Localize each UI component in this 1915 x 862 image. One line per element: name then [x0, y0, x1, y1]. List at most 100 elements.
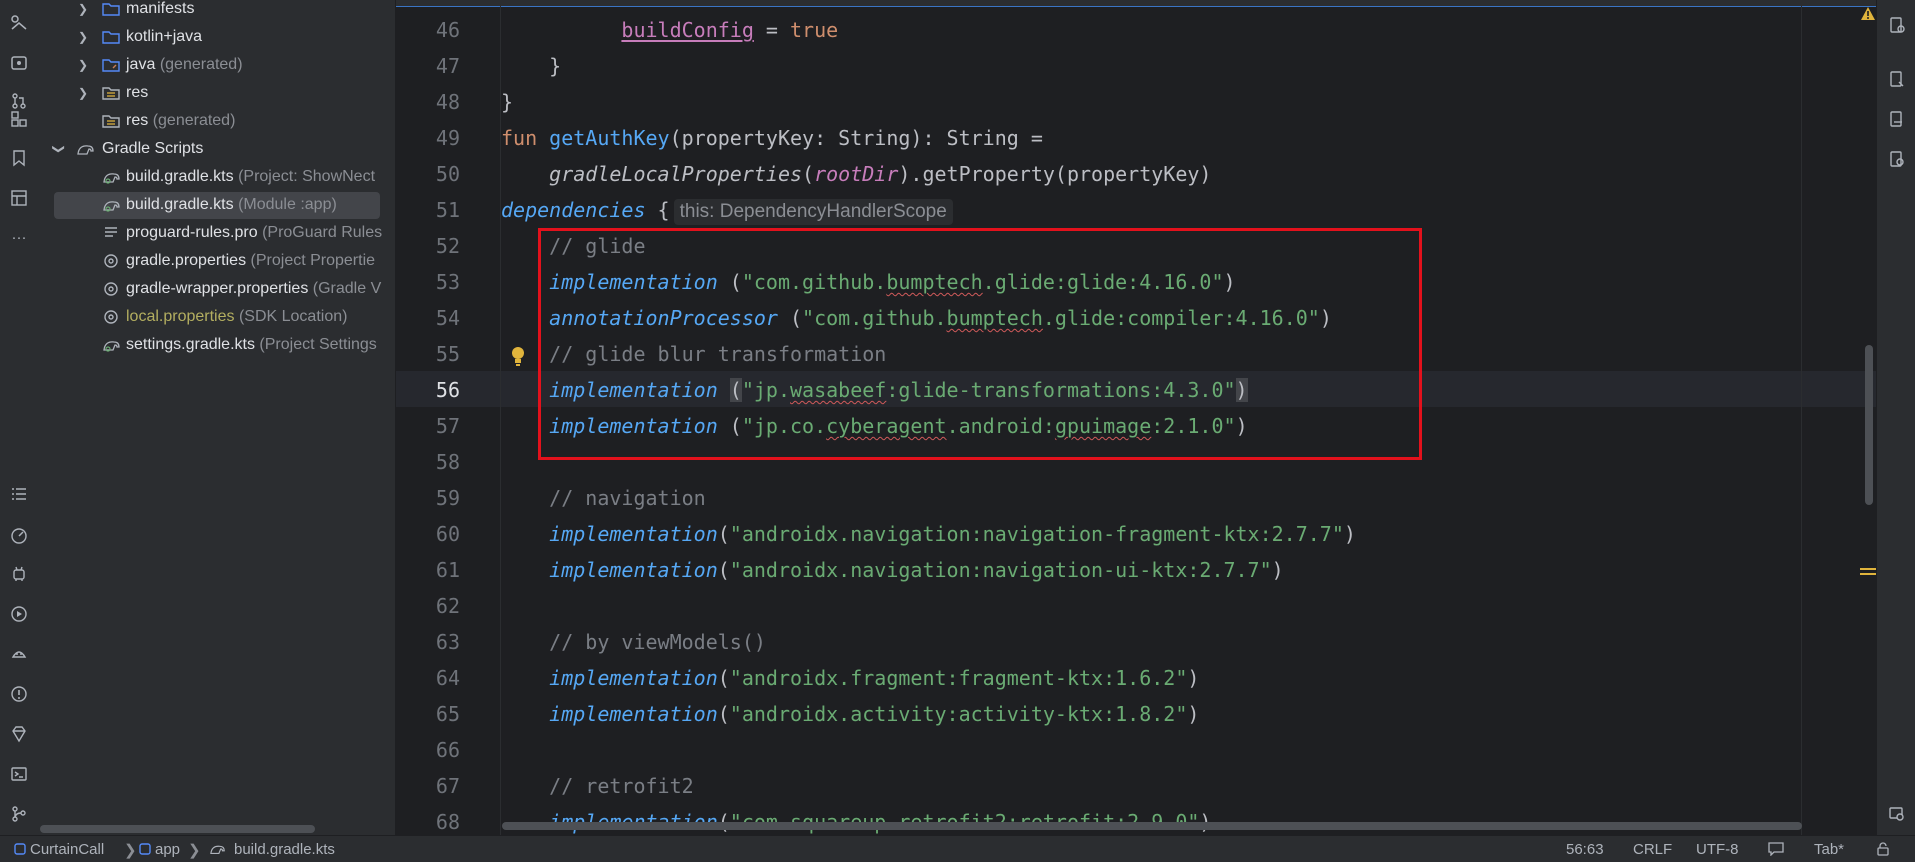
run-icon[interactable]: [8, 603, 30, 625]
code-token: implementation: [549, 414, 718, 438]
editor-vertical-scrollbar[interactable]: [1865, 345, 1873, 505]
line-number: 51: [435, 198, 460, 222]
code-token: (: [717, 414, 742, 438]
app-inspection-icon[interactable]: [1886, 803, 1908, 825]
bookmarks-icon[interactable]: [8, 147, 30, 169]
chevron-right-icon[interactable]: ❯: [76, 52, 90, 78]
code-token: .android:: [946, 414, 1055, 438]
tree-item-res-generated[interactable]: res (generated): [40, 108, 395, 134]
profiler-icon[interactable]: [8, 524, 30, 546]
left-tool-window-bar: ···: [0, 0, 41, 835]
lock-icon[interactable]: [1876, 842, 1890, 856]
todo-icon[interactable]: [8, 483, 30, 505]
code-token: implementation: [549, 702, 718, 726]
breadcrumb-project[interactable]: CurtainCall: [30, 841, 104, 858]
tree-item-gradle-scripts[interactable]: ❯ Gradle Scripts: [40, 136, 395, 162]
cursor-position[interactable]: 56:63: [1566, 841, 1604, 858]
project-icon[interactable]: [8, 12, 30, 34]
device-file-explorer-icon[interactable]: [1886, 108, 1908, 130]
tree-item-gradle-properties[interactable]: gradle.properties (Project Propertie: [40, 248, 395, 274]
code-token: .glide:compiler:4.16.0": [1042, 306, 1320, 330]
tree-item-gradle-wrapper-properties[interactable]: gradle-wrapper.properties (Gradle V: [40, 276, 395, 302]
tree-item-build-gradle-module[interactable]: build.gradle.kts (Module :app): [40, 192, 395, 219]
line-number: 53: [435, 270, 460, 294]
commit-icon[interactable]: [8, 52, 30, 74]
code-token: // retrofit2: [549, 774, 694, 798]
more-icon[interactable]: ···: [8, 226, 30, 248]
indent-setting[interactable]: Tab*: [1814, 841, 1844, 858]
tree-horizontal-scrollbar[interactable]: [40, 822, 395, 834]
git-icon[interactable]: [8, 803, 30, 825]
chevron-right-icon[interactable]: ❯: [76, 0, 90, 22]
code-line-46: buildConfig = true: [501, 12, 838, 48]
code-token: "androidx.activity:activity-ktx:1.8.2": [729, 702, 1188, 726]
editor-horizontal-scrollbar[interactable]: [502, 822, 1802, 830]
tree-item-settings-gradle[interactable]: settings.gradle.kts (Project Settings: [40, 332, 395, 358]
code-line-51: dependencies {this: DependencyHandlerSco…: [501, 192, 953, 228]
tree-item-manifests[interactable]: ❯ manifests: [40, 0, 395, 22]
structure-icon[interactable]: [8, 108, 30, 130]
file-encoding[interactable]: UTF-8: [1696, 841, 1739, 858]
tree-item-build-gradle-project[interactable]: build.gradle.kts (Project: ShowNect: [40, 164, 395, 190]
tree-item-kotlin-java[interactable]: ❯ kotlin+java: [40, 24, 395, 50]
code-token: gradleLocalProperties: [549, 162, 803, 186]
comment-icon[interactable]: [1768, 842, 1784, 856]
tree-item-hint: (Project: ShowNect: [238, 168, 376, 185]
generated-resource-folder-icon: [102, 115, 120, 128]
line-number: 55: [435, 342, 460, 366]
line-number: 65: [435, 702, 460, 726]
code-line-53: implementation ("com.github.bumptech.gli…: [501, 264, 1235, 300]
tree-item-name: build.gradle.kts: [126, 196, 234, 213]
tree-item-res[interactable]: ❯ res: [40, 80, 395, 106]
warning-marks-icon[interactable]: [1860, 566, 1876, 578]
code-token: "androidx.navigation:navigation-ui-ktx:2…: [729, 558, 1272, 582]
problems-icon[interactable]: [8, 683, 30, 705]
device-manager-icon[interactable]: [8, 563, 30, 585]
tree-item-local-properties[interactable]: local.properties (SDK Location): [40, 304, 395, 330]
code-token: (propertyKey: String): String =: [669, 126, 1043, 150]
breadcrumb-module[interactable]: app: [155, 841, 180, 858]
tree-item-label: build.gradle.kts (Project: ShowNect: [126, 164, 375, 190]
code-line-67: // retrofit2: [501, 768, 694, 804]
properties-file-icon: [104, 310, 118, 324]
tree-item-hint: (Project Settings: [259, 336, 377, 353]
tree-item-label: res (generated): [126, 108, 235, 134]
tree-item-name: res: [126, 112, 149, 129]
code-token: "androidx.fragment:fragment-ktx:1.6.2": [729, 666, 1188, 690]
gradle-panel-icon[interactable]: [1886, 68, 1908, 90]
properties-file-icon: [104, 282, 118, 296]
breadcrumb-file[interactable]: build.gradle.kts: [234, 841, 335, 858]
warning-icon[interactable]: [1860, 6, 1876, 22]
terminal-icon[interactable]: [8, 763, 30, 785]
gradle-file-icon: [103, 201, 120, 212]
code-token: (: [717, 270, 742, 294]
code-token: buildConfig: [621, 18, 754, 42]
line-ending[interactable]: CRLF: [1633, 841, 1672, 858]
inlay-hint[interactable]: this: DependencyHandlerScope: [673, 198, 953, 225]
code-area[interactable]: buildConfig = true } } fun getAuthKey(pr…: [501, 0, 1871, 835]
module-icon: [139, 843, 151, 855]
line-number-gutter[interactable]: 46 47 48 49 50 51 52 53 54 55 56 57 58 5…: [396, 0, 500, 835]
chevron-down-icon[interactable]: ❯: [46, 142, 72, 156]
folder-icon: [102, 3, 120, 16]
running-devices-icon[interactable]: [1886, 148, 1908, 170]
scrollbar-thumb[interactable]: [40, 825, 315, 833]
tree-item-proguard-rules[interactable]: proguard-rules.pro (ProGuard Rules: [40, 220, 395, 246]
code-token: "androidx.navigation:navigation-fragment…: [729, 522, 1344, 546]
chevron-right-icon[interactable]: ❯: [76, 24, 90, 50]
code-token: :glide-transformations:4.3.0": [886, 378, 1236, 402]
tree-item-java-generated[interactable]: ❯ java (generated): [40, 52, 395, 78]
line-number: 52: [435, 234, 460, 258]
code-line-65: implementation("androidx.activity:activi…: [501, 696, 1199, 732]
code-token: true: [790, 18, 839, 42]
tree-item-label: proguard-rules.pro (ProGuard Rules: [126, 220, 382, 246]
gemini-icon[interactable]: [8, 723, 30, 745]
code-editor[interactable]: 46 47 48 49 50 51 52 53 54 55 56 57 58 5…: [396, 0, 1876, 835]
resource-manager-icon[interactable]: [8, 187, 30, 209]
tree-item-label: manifests: [126, 0, 195, 17]
android-icon[interactable]: [8, 642, 30, 664]
chevron-right-icon[interactable]: ❯: [76, 80, 90, 106]
notifications-icon[interactable]: [1886, 14, 1908, 36]
line-number-current: 56: [435, 378, 460, 402]
code-token: :2.1.0": [1151, 414, 1236, 438]
